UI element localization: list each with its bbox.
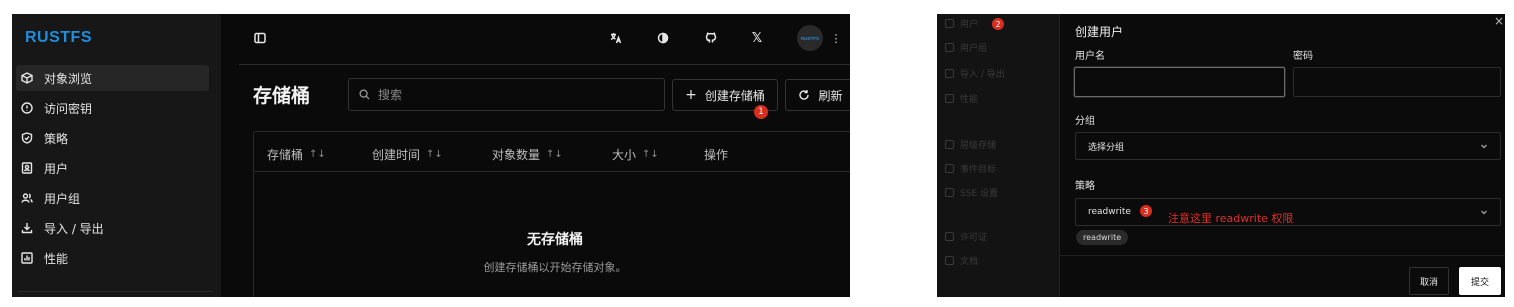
table-header: 存储桶 ↑↓ 创建时间 ↑↓ 对象数量 ↑↓ 大小 ↑↓ 操作: [254, 132, 850, 172]
sort-icon: ↑↓: [426, 149, 443, 160]
group-label: 分组: [1075, 116, 1095, 127]
empty-state-title: 无存储桶: [527, 232, 583, 248]
group-select-placeholder: 选择分组: [1088, 142, 1125, 153]
create-user-dialog-screen: 用户 2 用户组 导入 / 导出 性能 层级存储 事件目标 SSE 设置 许可证…: [937, 14, 1505, 297]
sidebar-item-label: 访问密钥: [44, 101, 93, 116]
sidebar-item-performance: 性能: [945, 92, 978, 105]
column-header-size[interactable]: 大小 ↑↓: [612, 146, 659, 163]
sidebar-item-user-groups: 用户组: [945, 41, 987, 54]
x-twitter-icon[interactable]: 𝕏: [750, 31, 764, 46]
dimmed-sidebar: 用户 2 用户组 导入 / 导出 性能 层级存储 事件目标 SSE 设置 许可证…: [937, 14, 1059, 297]
sidebar-item-users[interactable]: 用户: [16, 155, 209, 181]
shield-icon: [20, 131, 34, 145]
user-card-icon: [20, 161, 34, 175]
sidebar-item-docs: 文档: [945, 254, 978, 267]
sidebar-item-label: 导入 / 导出: [44, 221, 104, 236]
download-icon: [20, 221, 34, 235]
sort-icon: ↑↓: [642, 149, 659, 160]
main-content: 𝕏 RUSTFS ⋮ 存储桶 搜索 + 创建存储桶 1 刷新 存储桶 ↑↓ 创建时…: [221, 14, 850, 297]
column-header-object-count[interactable]: 对象数量 ↑↓: [492, 146, 563, 163]
sidebar-item-tiered-storage: 层级存储: [945, 138, 996, 151]
sidebar-item-sse-settings: SSE 设置: [945, 186, 998, 199]
avatar-label: RUSTFS: [801, 35, 819, 41]
sidebar: RUSTFS 对象浏览 访问密钥 策略 用户 用户组 导入 / 导出 性能: [12, 14, 221, 297]
column-header-actions: 操作: [704, 148, 729, 162]
chart-icon: [945, 94, 954, 103]
cube-icon: [20, 71, 34, 85]
chevron-down-icon: [1480, 208, 1488, 216]
sort-icon: ↑↓: [309, 149, 326, 160]
sidebar-item-event-targets: 事件目标: [945, 162, 996, 175]
chart-icon: [20, 251, 34, 265]
sidebar-item-import-export[interactable]: 导入 / 导出: [16, 215, 209, 241]
sidebar-item-label: 性能: [44, 251, 69, 266]
search-icon: [359, 89, 370, 100]
target-icon: [945, 164, 954, 173]
layers-icon: [945, 140, 954, 149]
download-icon: [945, 69, 954, 78]
password-input[interactable]: [1293, 67, 1501, 97]
username-label: 用户名: [1075, 51, 1105, 62]
sidebar-item-user-groups[interactable]: 用户组: [16, 185, 209, 211]
refresh-label: 刷新: [818, 88, 843, 103]
password-label: 密码: [1293, 51, 1313, 62]
sort-icon: ↑↓: [546, 149, 563, 160]
create-user-dialog: 创建用户 × 用户名 密码 分组 选择分组 策略 readwrite 3 注意这…: [1059, 14, 1505, 297]
bucket-table: 存储桶 ↑↓ 创建时间 ↑↓ 对象数量 ↑↓ 大小 ↑↓ 操作 无存储桶 创建存储桶以开…: [253, 131, 850, 297]
policy-label: 策略: [1075, 181, 1095, 192]
header-divider: [239, 64, 850, 65]
policy-select-value: readwrite: [1088, 207, 1131, 217]
users-icon: [20, 191, 34, 205]
sidebar-toggle-icon[interactable]: [253, 31, 267, 45]
annotation-badge-1: 1: [754, 105, 768, 119]
key-circle-icon: [20, 101, 34, 115]
theme-toggle-icon[interactable]: [656, 31, 670, 45]
user-card-icon: [945, 19, 954, 28]
search-input[interactable]: 搜索: [348, 78, 665, 111]
annotation-badge-2: 2: [992, 18, 1004, 30]
more-vertical-icon[interactable]: ⋮: [829, 31, 843, 45]
translate-icon[interactable]: [609, 31, 623, 45]
sidebar-item-import-export: 导入 / 导出: [945, 67, 1005, 80]
group-select[interactable]: 选择分组: [1075, 132, 1501, 160]
username-input[interactable]: [1074, 67, 1285, 97]
sidebar-divider: [18, 291, 213, 292]
sidebar-item-performance[interactable]: 性能: [16, 245, 209, 271]
users-icon: [945, 43, 954, 52]
annotation-note: 注意这里 readwrite 权限: [1168, 212, 1294, 225]
docs-icon: [945, 256, 954, 265]
empty-state-subtitle: 创建存储桶以开始存储对象。: [483, 261, 627, 274]
dialog-footer-divider: [1060, 255, 1505, 256]
sidebar-item-object-browser[interactable]: 对象浏览: [16, 65, 209, 91]
dialog-title: 创建用户: [1075, 25, 1124, 39]
close-icon[interactable]: ×: [1494, 14, 1504, 28]
search-placeholder: 搜索: [378, 88, 403, 102]
avatar[interactable]: RUSTFS: [797, 25, 823, 51]
sidebar-item-users: 用户: [945, 17, 978, 30]
sidebar-item-label: 用户: [44, 161, 69, 176]
rustfs-bucket-page: RUSTFS 对象浏览 访问密钥 策略 用户 用户组 导入 / 导出 性能 𝕏 …: [12, 14, 850, 297]
sidebar-item-policies[interactable]: 策略: [16, 125, 209, 151]
create-bucket-label: 创建存储桶: [704, 88, 765, 103]
column-header-bucket[interactable]: 存储桶 ↑↓: [267, 146, 326, 163]
column-header-created[interactable]: 创建时间 ↑↓: [372, 146, 443, 163]
plus-icon: +: [685, 87, 697, 103]
refresh-button[interactable]: 刷新: [785, 79, 850, 111]
sidebar-item-label: 对象浏览: [44, 71, 93, 86]
sidebar-item-label: 策略: [44, 131, 69, 146]
lock-icon: [945, 188, 954, 197]
cancel-button[interactable]: 取消: [1409, 267, 1449, 295]
sidebar-item-license: 许可证: [945, 230, 987, 243]
page-title: 存储桶: [253, 85, 311, 107]
sidebar-item-access-keys[interactable]: 访问密钥: [16, 95, 209, 121]
chevron-down-icon: [1480, 142, 1488, 150]
policy-tag[interactable]: readwrite: [1076, 230, 1129, 245]
rustfs-logo: RUSTFS: [25, 29, 92, 46]
annotation-badge-3: 3: [1140, 205, 1152, 217]
sidebar-item-label: 用户组: [44, 191, 81, 206]
submit-button[interactable]: 提交: [1459, 267, 1501, 295]
github-icon[interactable]: [704, 31, 718, 45]
refresh-icon: [798, 89, 810, 101]
license-icon: [945, 232, 954, 241]
